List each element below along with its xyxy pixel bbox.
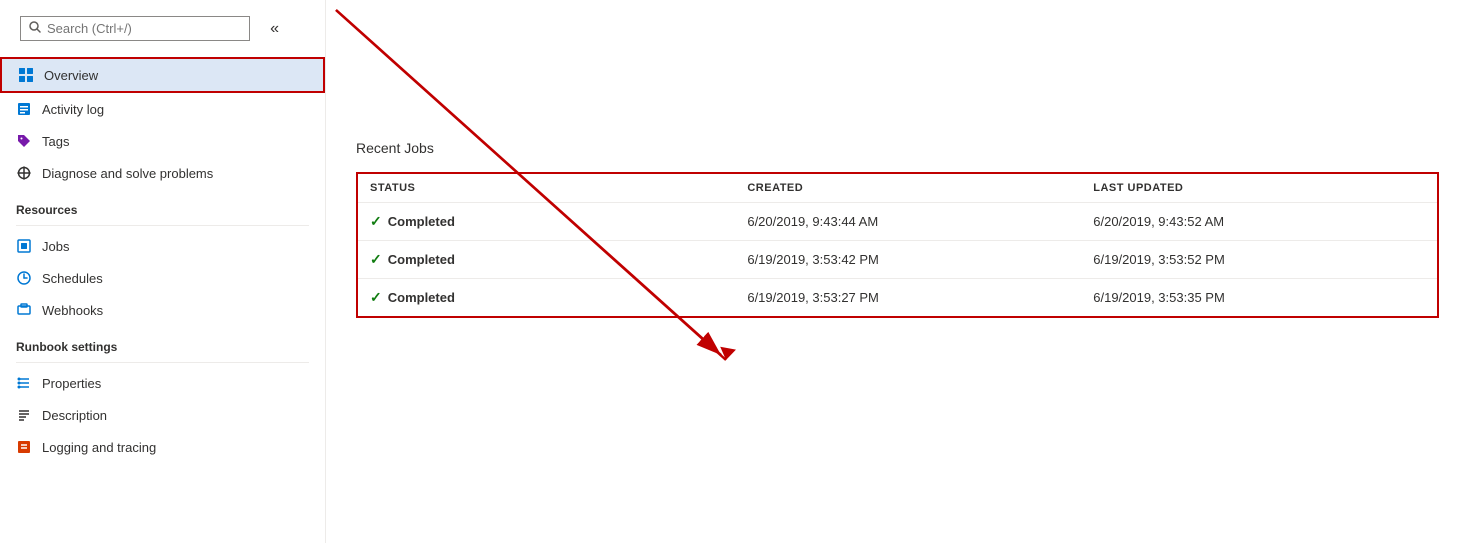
sidebar-item-logging[interactable]: Logging and tracing (0, 431, 325, 463)
tags-icon (16, 133, 32, 149)
column-header-status: STATUS (357, 173, 735, 203)
check-icon: ✓ (370, 251, 382, 268)
sidebar-item-properties[interactable]: Properties (0, 367, 325, 399)
resources-section-header: Resources (0, 189, 325, 221)
column-header-last-updated: LAST UPDATED (1081, 173, 1438, 203)
created-cell: 6/19/2019, 3:53:42 PM (735, 241, 1081, 279)
table-row[interactable]: ✓ Completed 6/20/2019, 9:43:44 AM 6/20/2… (357, 203, 1438, 241)
sidebar-item-activity-log[interactable]: Activity log (0, 93, 325, 125)
webhooks-icon (16, 302, 32, 318)
description-icon (16, 407, 32, 423)
sidebar-item-tags-label: Tags (42, 134, 69, 149)
created-cell: 6/20/2019, 9:43:44 AM (735, 203, 1081, 241)
jobs-icon (16, 238, 32, 254)
sidebar-item-overview-label: Overview (44, 68, 98, 83)
sidebar-item-diagnose-label: Diagnose and solve problems (42, 166, 213, 181)
chevron-left-icon: « (270, 20, 279, 37)
table-row[interactable]: ✓ Completed 6/19/2019, 3:53:27 PM 6/19/2… (357, 279, 1438, 318)
sidebar-item-webhooks-label: Webhooks (42, 303, 103, 318)
search-input[interactable] (47, 21, 241, 36)
sidebar-item-jobs[interactable]: Jobs (0, 230, 325, 262)
check-icon: ✓ (370, 213, 382, 230)
search-icon (29, 21, 41, 36)
resources-divider (16, 225, 309, 226)
sidebar-item-activity-log-label: Activity log (42, 102, 104, 117)
last-updated-cell: 6/19/2019, 3:53:35 PM (1081, 279, 1438, 318)
runbook-settings-section-header: Runbook settings (0, 326, 325, 358)
runbook-settings-divider (16, 362, 309, 363)
status-label: Completed (388, 290, 455, 305)
sidebar-item-webhooks[interactable]: Webhooks (0, 294, 325, 326)
status-cell: ✓ Completed (357, 203, 735, 241)
sidebar-item-jobs-label: Jobs (42, 239, 69, 254)
schedules-icon (16, 270, 32, 286)
sidebar-item-diagnose[interactable]: Diagnose and solve problems (0, 157, 325, 189)
last-updated-cell: 6/19/2019, 3:53:52 PM (1081, 241, 1438, 279)
sidebar-item-schedules[interactable]: Schedules (0, 262, 325, 294)
sidebar-item-schedules-label: Schedules (42, 271, 103, 286)
sidebar-item-description[interactable]: Description (0, 399, 325, 431)
properties-icon (16, 375, 32, 391)
main-content: Recent Jobs STATUS CREATED LAST UPDATED … (326, 0, 1469, 543)
status-label: Completed (388, 252, 455, 267)
diagnose-icon (16, 165, 32, 181)
column-header-created: CREATED (735, 173, 1081, 203)
last-updated-cell: 6/20/2019, 9:43:52 AM (1081, 203, 1438, 241)
table-header: STATUS CREATED LAST UPDATED (357, 173, 1438, 203)
sidebar-item-description-label: Description (42, 408, 107, 423)
sidebar-item-overview[interactable]: Overview (0, 57, 325, 93)
sidebar-item-properties-label: Properties (42, 376, 101, 391)
sidebar-item-logging-label: Logging and tracing (42, 440, 156, 455)
status-label: Completed (388, 214, 455, 229)
sidebar: « Overview Activity log (0, 0, 326, 543)
check-icon: ✓ (370, 289, 382, 306)
activity-log-icon (16, 101, 32, 117)
status-cell: ✓ Completed (357, 279, 735, 318)
jobs-table: STATUS CREATED LAST UPDATED ✓ Completed … (356, 172, 1439, 318)
recent-jobs-title: Recent Jobs (356, 140, 1439, 156)
sidebar-item-tags[interactable]: Tags (0, 125, 325, 157)
table-body: ✓ Completed 6/20/2019, 9:43:44 AM 6/20/2… (357, 203, 1438, 318)
created-cell: 6/19/2019, 3:53:27 PM (735, 279, 1081, 318)
status-cell: ✓ Completed (357, 241, 735, 279)
table-row[interactable]: ✓ Completed 6/19/2019, 3:53:42 PM 6/19/2… (357, 241, 1438, 279)
logging-icon (16, 439, 32, 455)
overview-icon (18, 67, 34, 83)
collapse-sidebar-button[interactable]: « (264, 16, 285, 42)
